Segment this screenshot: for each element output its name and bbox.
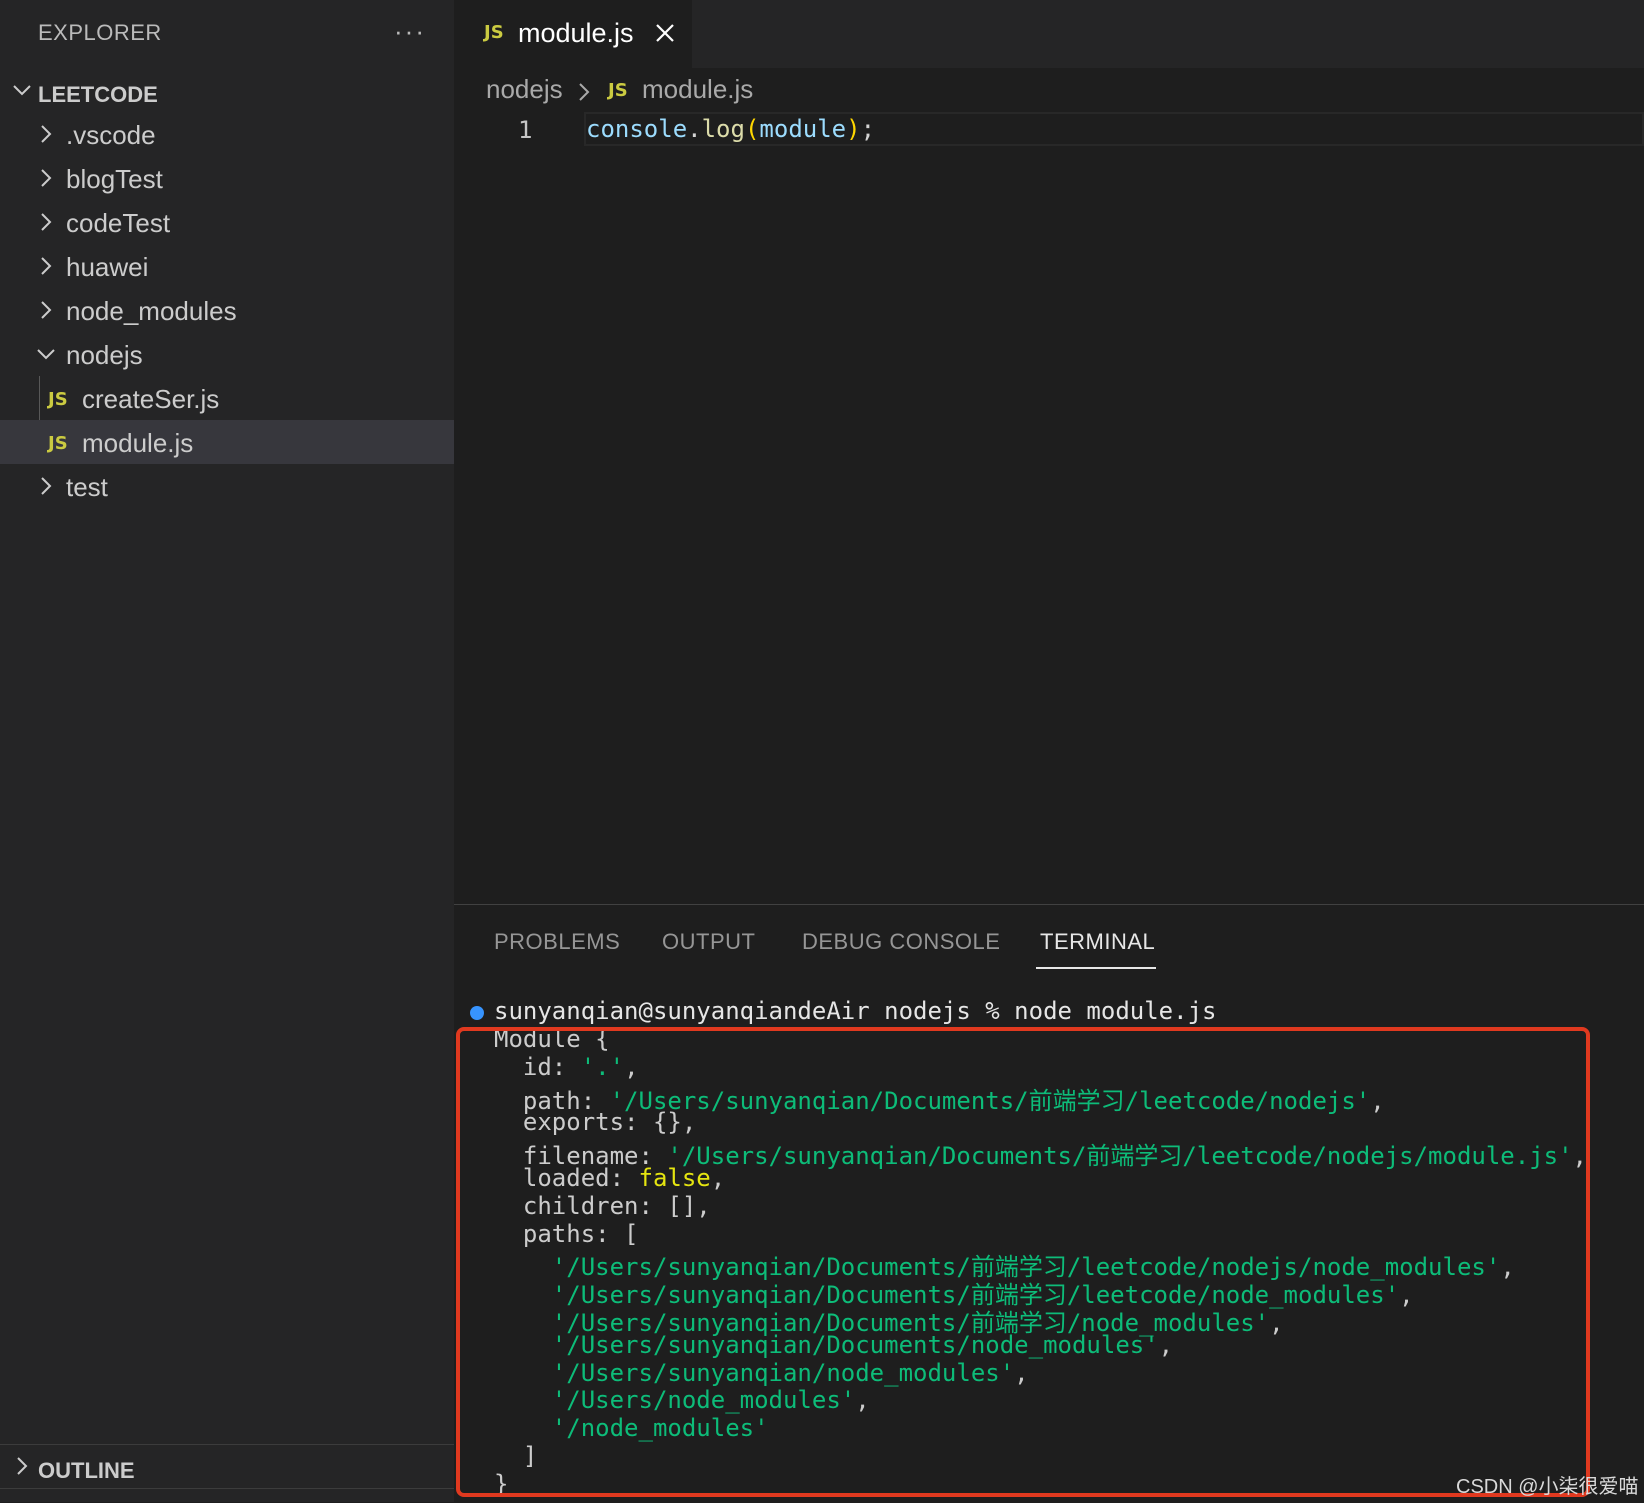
tree-item-huawei[interactable]: huawei bbox=[0, 244, 454, 288]
tab-module-js[interactable]: JS module.js bbox=[454, 0, 692, 68]
chevron-right-icon bbox=[41, 169, 52, 187]
code-token: console bbox=[586, 115, 688, 143]
tab-problems[interactable]: PROBLEMS bbox=[494, 929, 620, 955]
tree-item-vscode[interactable]: .vscode bbox=[0, 112, 454, 156]
watermark: CSDN @小柒很爱喵 bbox=[1456, 1476, 1639, 1498]
chevron-right-icon bbox=[579, 83, 590, 101]
breadcrumb-file[interactable]: module.js bbox=[642, 74, 753, 105]
tree-item-node-modules[interactable]: node_modules bbox=[0, 288, 454, 332]
code-token: log bbox=[701, 115, 745, 143]
active-tab-indicator bbox=[1036, 967, 1156, 969]
breadcrumb-folder[interactable]: nodejs bbox=[486, 74, 563, 105]
chevron-down-icon bbox=[13, 85, 31, 96]
tree-item-label: huawei bbox=[66, 252, 149, 282]
tree-item-createser-js[interactable]: JS createSer.js bbox=[0, 376, 454, 420]
more-actions-icon[interactable]: ··· bbox=[394, 16, 426, 47]
tree-item-codetest[interactable]: codeTest bbox=[0, 200, 454, 244]
explorer-sidebar: EXPLORER ··· LEETCODE .vscode blogTest c… bbox=[0, 0, 454, 1502]
outline-label: OUTLINE bbox=[38, 1458, 135, 1483]
workspace-root-label: LEETCODE bbox=[38, 82, 158, 107]
tree-item-label: .vscode bbox=[66, 120, 156, 150]
tree-item-label: createSer.js bbox=[82, 384, 220, 414]
terminal-prompt: sunyanqian@sunyanqiandeAir nodejs % node… bbox=[494, 997, 1217, 1025]
code-token: ) bbox=[846, 115, 861, 143]
chevron-right-icon bbox=[41, 213, 52, 231]
tab-debug-console[interactable]: DEBUG CONSOLE bbox=[802, 929, 1000, 955]
tree-item-label: test bbox=[66, 472, 108, 502]
divider bbox=[0, 1444, 454, 1445]
output-highlight-annotation bbox=[456, 1027, 1590, 1497]
chevron-right-icon bbox=[41, 125, 52, 143]
tab-label: module.js bbox=[518, 18, 634, 48]
explorer-header: EXPLORER bbox=[38, 20, 162, 45]
tree-item-label: blogTest bbox=[66, 164, 163, 194]
code-token: ( bbox=[744, 115, 760, 143]
tab-output[interactable]: OUTPUT bbox=[662, 929, 755, 955]
outline-section[interactable]: OUTLINE bbox=[0, 1452, 454, 1488]
command-status-icon bbox=[470, 1006, 484, 1020]
tree-item-test[interactable]: test bbox=[0, 464, 454, 508]
tree-item-module-js[interactable]: JS module.js bbox=[0, 420, 454, 464]
tree-item-label: node_modules bbox=[66, 296, 237, 326]
code-token: ; bbox=[860, 115, 876, 143]
tree-item-label: module.js bbox=[82, 428, 194, 458]
chevron-right-icon bbox=[41, 257, 52, 275]
code-token: module bbox=[759, 115, 847, 143]
tree-item-label: codeTest bbox=[66, 208, 171, 238]
tree-item-blogtest[interactable]: blogTest bbox=[0, 156, 454, 200]
close-icon[interactable] bbox=[654, 22, 676, 44]
code-token: . bbox=[687, 115, 702, 143]
chevron-down-icon bbox=[37, 349, 55, 360]
line-number: 1 bbox=[518, 116, 533, 144]
tree-item-nodejs[interactable]: nodejs bbox=[0, 332, 454, 376]
tree-item-label: nodejs bbox=[66, 340, 143, 370]
editor-tab-bar: JS module.js bbox=[454, 0, 1644, 68]
tab-terminal[interactable]: TERMINAL bbox=[1040, 929, 1155, 955]
js-file-icon: JS bbox=[484, 22, 504, 43]
chevron-right-icon bbox=[17, 1457, 28, 1475]
workspace-root-leetcode[interactable]: LEETCODE bbox=[0, 76, 454, 112]
chevron-right-icon bbox=[41, 477, 52, 495]
js-file-icon: JS bbox=[48, 433, 68, 454]
code-line[interactable]: console.log(module); bbox=[586, 115, 875, 143]
js-file-icon: JS bbox=[48, 389, 68, 410]
chevron-right-icon bbox=[41, 301, 52, 319]
divider bbox=[0, 1488, 454, 1489]
js-file-icon: JS bbox=[608, 80, 628, 101]
